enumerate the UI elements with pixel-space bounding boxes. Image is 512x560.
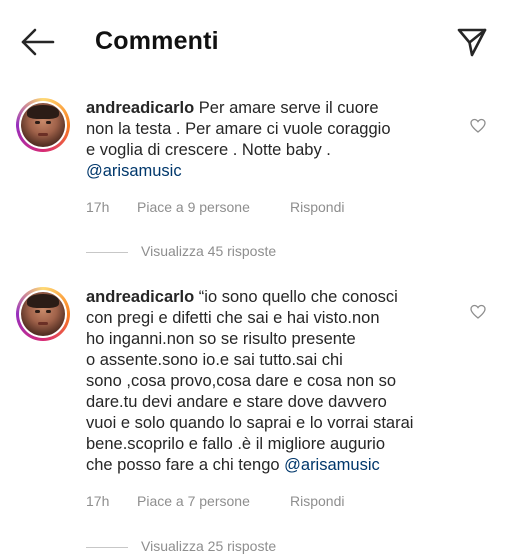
avatar[interactable] xyxy=(16,98,70,152)
likes-count[interactable]: Piace a 7 persone xyxy=(137,493,250,509)
replies-divider xyxy=(86,252,128,253)
comment-text: andreadicarlo “io sono quello che conosc… xyxy=(86,287,464,476)
comment-line: che posso fare a chi tengo xyxy=(86,456,285,474)
view-replies-button[interactable]: Visualizza 45 risposte xyxy=(86,243,386,261)
heart-icon[interactable] xyxy=(470,118,486,134)
header: Commenti xyxy=(0,0,512,84)
comment-line: “io sono quello che conosci xyxy=(194,288,398,306)
comment-username[interactable]: andreadicarlo xyxy=(86,288,194,306)
comment-line: e voglia di crescere . Notte baby . xyxy=(86,141,331,159)
comment-line: ho inganni.non so se risulto presente xyxy=(86,330,356,348)
comment-text: andreadicarlo Per amare serve il cuore n… xyxy=(86,98,464,182)
comment-line: dare.tu devi andare e stare dove davvero xyxy=(86,393,387,411)
avatar[interactable] xyxy=(16,287,70,341)
comment-username[interactable]: andreadicarlo xyxy=(86,99,194,117)
comment-line: con pregi e difetti che sai e hai visto.… xyxy=(86,309,380,327)
view-replies-label: Visualizza 45 risposte xyxy=(141,243,277,259)
heart-icon[interactable] xyxy=(470,304,486,320)
comment-line: Per amare serve il cuore xyxy=(194,99,379,117)
comment-line: non la testa . Per amare ci vuole coragg… xyxy=(86,120,391,138)
comment-age: 17h xyxy=(86,493,110,509)
comment-age: 17h xyxy=(86,199,110,215)
paper-plane-icon[interactable] xyxy=(456,26,488,58)
reply-button[interactable]: Rispondi xyxy=(290,199,344,215)
view-replies-label: Visualizza 25 risposte xyxy=(141,538,277,554)
arrow-left-icon[interactable] xyxy=(20,28,56,56)
comment-line: vuoi e solo quando lo saprai e lo vorrai… xyxy=(86,414,414,432)
replies-divider xyxy=(86,547,128,548)
comment-line: bene.scoprilo e fallo .è il migliore aug… xyxy=(86,435,385,453)
likes-count[interactable]: Piace a 9 persone xyxy=(137,199,250,215)
page-title: Commenti xyxy=(95,27,219,55)
view-replies-button[interactable]: Visualizza 25 risposte xyxy=(86,538,386,556)
mention-link[interactable]: @arisamusic xyxy=(86,162,182,180)
mention-link[interactable]: @arisamusic xyxy=(284,456,380,474)
comment-line: o assente.sono io.e sai tutto.sai chi xyxy=(86,351,343,369)
comment-line: sono ,cosa provo,cosa dare e cosa non so xyxy=(86,372,397,390)
reply-button[interactable]: Rispondi xyxy=(290,493,344,509)
